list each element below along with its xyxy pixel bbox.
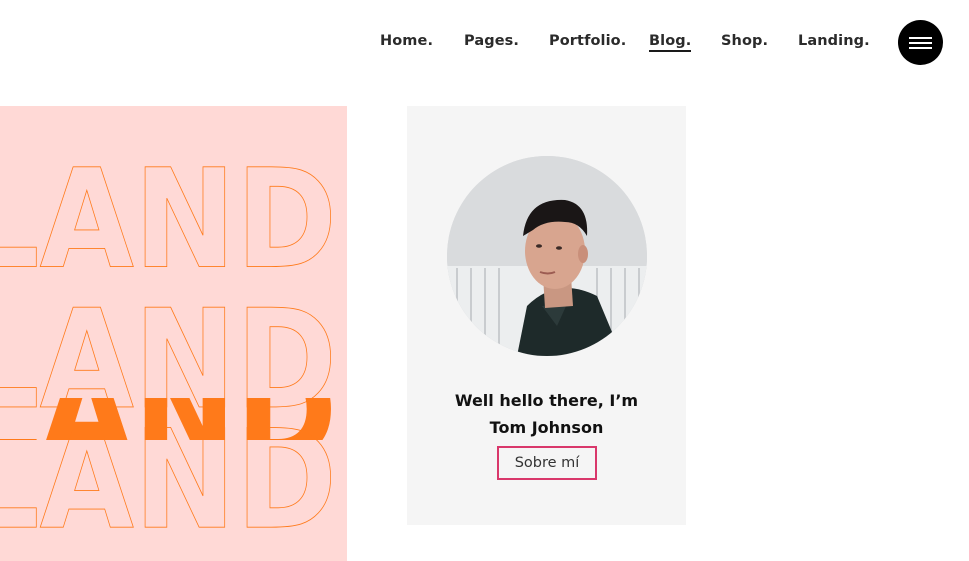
nav-item-landing[interactable]: Landing. <box>798 33 870 49</box>
hamburger-icon-bar <box>909 47 932 49</box>
main-nav: Home. Pages. Portfolio. Blog. Shop. Land… <box>0 0 969 86</box>
nav-item-blog[interactable]: Blog. <box>649 33 692 52</box>
art-word-row-1: LAND <box>0 140 337 299</box>
person-portrait-image <box>447 156 647 356</box>
menu-button[interactable] <box>898 20 943 65</box>
hamburger-icon <box>909 37 932 39</box>
land-typography-art: LAND LAND LAND LAND <box>0 140 338 561</box>
landing-art-panel[interactable]: LAND LAND LAND LAND <box>0 106 347 561</box>
about-me-button[interactable]: Sobre mí <box>497 446 597 480</box>
greeting-name: Tom Johnson <box>489 418 604 437</box>
art-word-row-4: LAND <box>0 401 337 560</box>
greeting-line-1: Well hello there, I’m <box>454 391 639 410</box>
profile-greeting: Well hello there, I’m Tom Johnson <box>407 387 686 441</box>
nav-item-portfolio[interactable]: Portfolio. <box>549 33 626 49</box>
nav-item-home[interactable]: Home. <box>380 33 433 49</box>
avatar <box>447 156 647 356</box>
profile-card: Well hello there, I’m Tom Johnson Sobre … <box>407 106 686 525</box>
nav-item-pages[interactable]: Pages. <box>464 33 519 49</box>
nav-item-shop[interactable]: Shop. <box>721 33 768 49</box>
hamburger-icon-bar <box>909 42 932 44</box>
